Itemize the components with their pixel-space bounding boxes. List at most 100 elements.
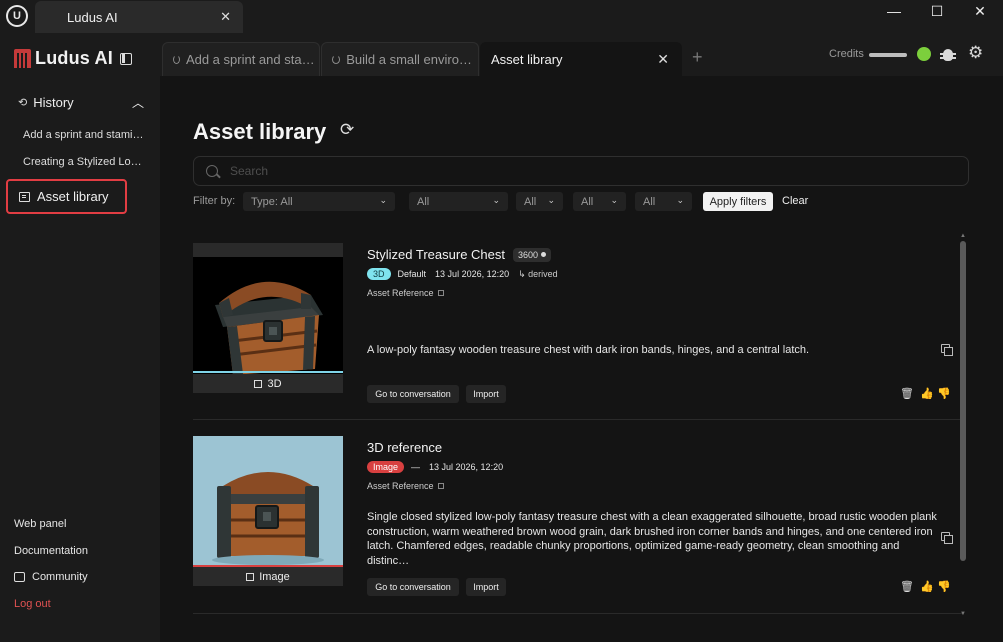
delete-icon[interactable]: 🗑 (900, 580, 914, 593)
score-badge: 3600 (513, 247, 552, 262)
credits-bar (869, 53, 907, 57)
select-value: All (643, 195, 656, 208)
logout-link[interactable]: Log out (14, 598, 51, 610)
window-tab-title: Ludus AI (67, 10, 118, 25)
asset-thumbnail[interactable] (193, 243, 343, 393)
maximize-button[interactable]: ☐ (915, 0, 959, 22)
web-panel-link[interactable]: Web panel (14, 518, 66, 530)
filter-select-2[interactable]: All ⌄ (409, 192, 508, 211)
asset-list: 3D Stylized Treasure Chest 3600 3D Defau… (193, 233, 969, 642)
card-divider (193, 419, 963, 420)
date-label: 13 Jul 2026, 12:20 (435, 269, 510, 279)
score-value: 3600 (518, 249, 539, 260)
window-tab[interactable]: Ludus AI ✕ (35, 1, 243, 33)
thumbs-down-icon[interactable]: 👎 (937, 580, 951, 593)
quality-label: — (411, 462, 421, 472)
apply-filters-button[interactable]: Apply filters (703, 192, 773, 211)
asset-description: A low-poly fantasy wooden treasure chest… (367, 344, 810, 356)
tab-label: Asset library (491, 52, 563, 67)
documentation-link[interactable]: Documentation (14, 545, 88, 557)
ludus-logo-icon (14, 49, 31, 68)
sidebar-item-asset-library[interactable]: Asset library (6, 179, 127, 214)
delete-icon[interactable]: 🗑 (900, 387, 914, 400)
brand: Ludus AI (14, 48, 132, 69)
discord-icon (14, 572, 25, 582)
unreal-engine-logo-icon: U (6, 5, 28, 27)
status-indicator (917, 47, 931, 61)
asset-description: Single closed stylized low-poly fantasy … (367, 511, 937, 567)
asset-title-row: Stylized Treasure Chest 3600 (367, 247, 552, 262)
library-icon (19, 191, 30, 202)
filter-select-3[interactable]: All ⌄ (516, 192, 563, 211)
title-bar: U Ludus AI ✕ — ☐ ✕ (0, 0, 1003, 33)
window-tab-close-icon[interactable]: ✕ (220, 9, 231, 25)
quality-label: Default (397, 269, 427, 279)
chevron-down-icon: ⌄ (676, 195, 684, 205)
asset-reference-label: Asset Reference (367, 288, 434, 298)
copy-icon[interactable] (437, 290, 444, 296)
history-item[interactable]: Add a sprint and stamina system (23, 129, 149, 141)
close-tab-icon[interactable]: ✕ (657, 51, 669, 68)
asset-title: Stylized Treasure Chest (367, 247, 506, 262)
search-box[interactable] (193, 156, 969, 186)
toggle-sidebar-icon[interactable] (119, 52, 132, 65)
card-divider (193, 613, 963, 614)
tab-asset-library[interactable]: Asset library ✕ (480, 42, 682, 76)
select-value: All (524, 195, 537, 208)
tab-label: Build a small environment (346, 52, 478, 67)
community-link[interactable]: Community (14, 571, 88, 583)
select-value: All (417, 195, 430, 208)
filter-select-5[interactable]: All ⌄ (635, 192, 692, 211)
minimize-button[interactable]: — (872, 0, 916, 22)
tab-conversation-1[interactable]: Add a sprint and stamina system (162, 42, 320, 76)
asset-reference[interactable]: Asset Reference (367, 288, 444, 298)
asset-reference-label: Asset Reference (367, 481, 434, 491)
scroll-down-icon[interactable]: ▼ (960, 611, 966, 617)
asset-reference[interactable]: Asset Reference (367, 481, 444, 491)
asset-card: 3D Stylized Treasure Chest 3600 3D Defau… (193, 233, 963, 413)
select-value: All (581, 195, 594, 208)
history-item[interactable]: Creating a Stylized Low-Poly Chest (23, 156, 149, 168)
chevron-down-icon: ⌄ (610, 195, 618, 205)
asset-thumbnail[interactable] (193, 436, 343, 586)
thumbs-up-icon[interactable]: 👍 (920, 580, 934, 593)
thumbs-up-icon[interactable]: 👍 (920, 387, 934, 400)
copy-description-icon[interactable] (941, 344, 953, 356)
filter-select-4[interactable]: All ⌄ (573, 192, 626, 211)
filter-label: Filter by: (193, 195, 236, 207)
import-button[interactable]: Import (466, 385, 506, 403)
community-label: Community (32, 571, 88, 583)
search-input[interactable] (230, 164, 930, 178)
asset-title: 3D reference (367, 440, 443, 455)
refresh-icon[interactable]: ⟳ (340, 120, 354, 140)
loading-icon (332, 55, 341, 64)
tab-conversation-2[interactable]: Build a small environment (321, 42, 479, 76)
date-label: 13 Jul 2026, 12:20 (429, 462, 504, 472)
scrollbar[interactable]: ▲ ▼ (958, 233, 969, 622)
clear-filters-button[interactable]: Clear (782, 195, 808, 207)
thumbnail-caption: 3D (193, 374, 343, 393)
brand-name: Ludus AI (35, 48, 113, 68)
type-filter-select[interactable]: Type: All ⌄ (243, 192, 395, 211)
thumbs-down-icon[interactable]: 👎 (937, 387, 951, 400)
scrollbar-thumb[interactable] (960, 241, 966, 561)
copy-description-icon[interactable] (941, 532, 953, 544)
derived-label: ↳ derived (518, 268, 558, 279)
close-window-button[interactable]: ✕ (958, 0, 1002, 22)
go-to-conversation-button[interactable]: Go to conversation (367, 578, 459, 596)
scroll-up-icon[interactable]: ▲ (960, 233, 966, 239)
page-title: Asset library (193, 119, 327, 144)
history-toggle[interactable]: ⟲ History ︿ (18, 94, 144, 111)
new-tab-button[interactable]: + (692, 47, 703, 68)
type-badge: 3D (367, 268, 391, 280)
main-content: Asset library ⟳ Filter by: Type: All ⌄ Al… (160, 76, 1003, 642)
gear-icon[interactable]: ⚙ (968, 43, 983, 63)
dot-icon (541, 252, 547, 257)
history-icon: ⟲ (18, 97, 28, 109)
bug-report-icon[interactable] (940, 45, 956, 62)
credits-label: Credits (829, 48, 864, 60)
import-button[interactable]: Import (466, 578, 506, 596)
loading-icon (173, 55, 180, 64)
copy-icon[interactable] (437, 483, 444, 489)
go-to-conversation-button[interactable]: Go to conversation (367, 385, 459, 403)
